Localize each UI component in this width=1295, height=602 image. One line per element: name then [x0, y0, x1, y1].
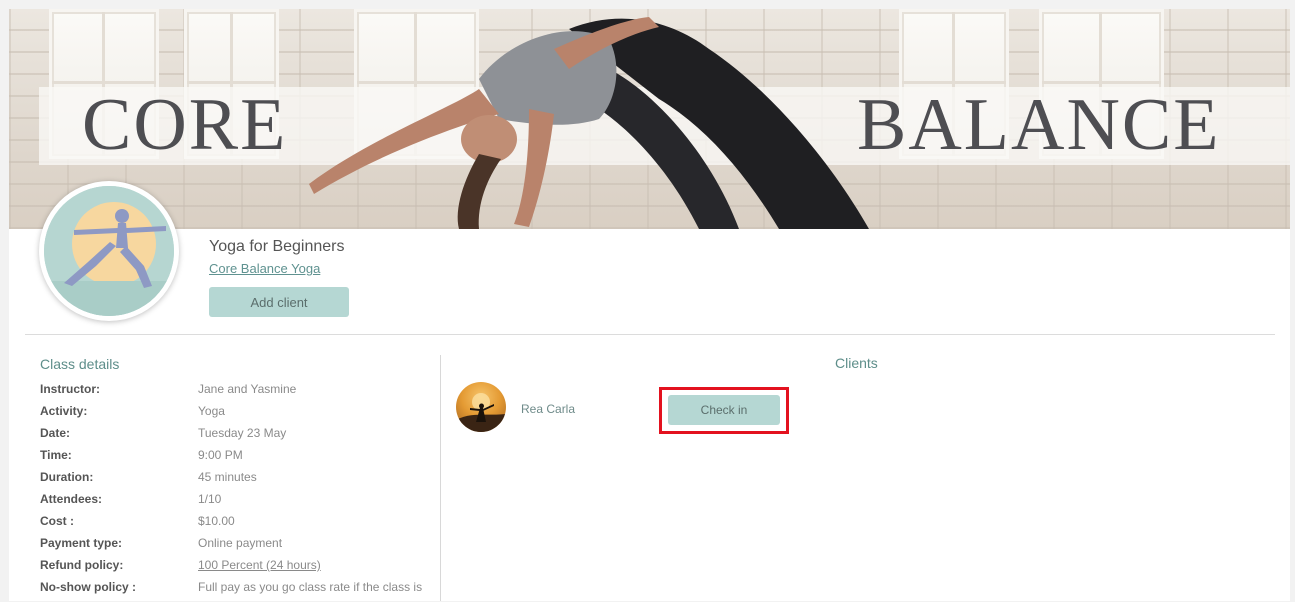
client-photo-icon	[456, 393, 506, 432]
class-avatar	[39, 181, 179, 321]
detail-value: $10.00	[198, 514, 235, 528]
class-details-heading: Class details	[40, 356, 120, 372]
detail-row-refund-policy: Refund policy: 100 Percent (24 hours)	[40, 558, 440, 580]
detail-label: Refund policy:	[40, 558, 124, 572]
detail-label: Date:	[40, 426, 71, 440]
detail-row-date: Date: Tuesday 23 May	[40, 426, 440, 448]
detail-row-attendees: Attendees: 1/10	[40, 492, 440, 514]
check-in-button[interactable]: Check in	[668, 395, 780, 425]
detail-row-activity: Activity: Yoga	[40, 404, 440, 426]
detail-row-cost: Cost : $10.00	[40, 514, 440, 536]
section-divider	[25, 334, 1275, 335]
detail-label: Cost :	[40, 514, 74, 528]
detail-label: Time:	[40, 448, 72, 462]
class-title: Yoga for Beginners	[209, 238, 345, 255]
detail-value: Tuesday 23 May	[198, 426, 287, 440]
add-client-button[interactable]: Add client	[209, 287, 349, 317]
clients-heading: Clients	[835, 355, 878, 371]
detail-row-instructor: Instructor: Jane and Yasmine	[40, 382, 440, 404]
detail-label: Payment type:	[40, 536, 123, 550]
detail-label: Duration:	[40, 470, 94, 484]
detail-label: No-show policy :	[40, 580, 136, 594]
class-details-list: Instructor: Jane and Yasmine Activity: Y…	[40, 382, 440, 602]
detail-value: 45 minutes	[198, 470, 257, 484]
class-banner: CORE BALANCE	[9, 9, 1290, 229]
detail-value: Online payment	[198, 536, 283, 550]
detail-value: Full pay as you go class rate if the cla…	[198, 580, 423, 594]
detail-value: 1/10	[198, 492, 222, 506]
detail-row-no-show-policy: No-show policy : Full pay as you go clas…	[40, 580, 440, 602]
detail-row-duration: Duration: 45 minutes	[40, 470, 440, 492]
detail-value: Yoga	[198, 404, 225, 418]
detail-value: Jane and Yasmine	[198, 382, 297, 396]
column-divider	[440, 355, 441, 601]
detail-label: Activity:	[40, 404, 88, 418]
client-name[interactable]: Rea Carla	[521, 402, 575, 416]
yoga-pose-photo	[309, 17, 869, 229]
refund-policy-link[interactable]: 100 Percent (24 hours)	[198, 558, 321, 572]
detail-label: Instructor:	[40, 382, 100, 396]
detail-row-time: Time: 9:00 PM	[40, 448, 440, 470]
detail-row-payment-type: Payment type: Online payment	[40, 536, 440, 558]
detail-value: 9:00 PM	[198, 448, 243, 462]
client-avatar[interactable]	[456, 382, 506, 432]
class-page: CORE BALANCE Yoga for Beginners Core Bal…	[9, 9, 1290, 601]
studio-link[interactable]: Core Balance Yoga	[209, 261, 320, 276]
yoga-logo-icon	[44, 186, 174, 316]
detail-label: Attendees:	[40, 492, 103, 506]
